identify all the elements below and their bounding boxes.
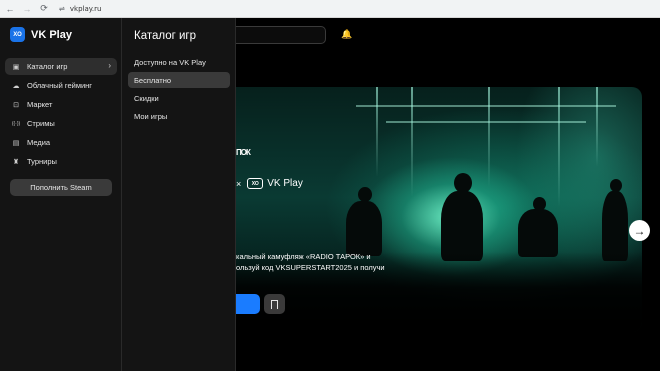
light-beam [596,87,598,167]
stage-rig [386,121,586,123]
news-icon: ▤ [12,139,20,147]
musician-silhouette [441,191,483,261]
search-input[interactable] [236,26,326,44]
top-up-steam-button[interactable]: Пополнить Steam [10,179,112,196]
musician-head [358,187,372,202]
promo-line: ользуй код VKSUPERSTART2025 и получи [236,263,385,272]
cloud-icon: ☁ [12,82,20,90]
flyout-item-my-games[interactable]: Мои игры [128,108,230,124]
vk-play-mark-icon: ХО [247,178,264,189]
flyout-list: Доступно на VK Play Бесплатно Скидки Мои… [128,54,230,126]
sidebar-item-cloud-gaming[interactable]: ☁ Облачный гейминг [5,77,117,94]
sidebar-item-label: Медиа [27,138,51,147]
sidebar-item-market[interactable]: ⊡ Маркет [5,96,117,113]
sidebar-item-streams[interactable]: ((·)) Стримы [5,115,117,132]
flyout-item-discounts[interactable]: Скидки [128,90,230,106]
gamepad-icon: ▣ [12,63,20,71]
sidebar-item-label: Стримы [27,119,55,128]
vk-play-logo-icon: ХО [10,27,25,42]
browser-toolbar: ← → ⟳ ⇌ vkplay.ru [0,0,660,18]
collab-name: VK Play [267,178,303,189]
logo[interactable]: ХО VK Play [10,27,72,42]
collab-separator: × [236,178,242,189]
bookmark-button[interactable] [264,294,285,314]
chevron-right-icon: › [108,61,111,70]
light-beam [411,87,413,197]
site-settings-icon[interactable]: ⇌ [59,5,65,13]
sidebar-menu: ▣ Каталог игр › ☁ Облачный гейминг ⊡ Мар… [5,58,117,172]
cta-button[interactable] [236,294,260,314]
band-logo-fragment: ПОК [236,148,251,157]
stage-rig [356,105,616,107]
promo-banner[interactable]: ПОК × ХО VK Play кальный камуфляж «RADIO… [236,87,642,332]
flyout-item-free[interactable]: Бесплатно [128,72,230,88]
sidebar-item-catalog[interactable]: ▣ Каталог игр › [5,58,117,75]
musician-silhouette [518,209,558,257]
bookmark-icon [271,299,278,309]
sidebar-item-label: Каталог игр [27,62,68,71]
forward-icon[interactable]: → [20,2,34,16]
musician-silhouette [346,201,382,256]
light-beam [558,87,560,207]
sidebar: ХО VK Play ▣ Каталог игр › ☁ Облачный ге… [0,18,122,371]
sidebar-item-label: Облачный гейминг [27,81,93,90]
flyout-title: Каталог игр [134,30,197,42]
musician-silhouette [602,191,628,261]
reload-icon[interactable]: ⟳ [37,2,51,16]
back-icon[interactable]: ← [3,2,17,16]
url-text: vkplay.ru [69,4,102,13]
trophy-icon: ♜ [12,158,20,166]
next-slide-button[interactable]: → [629,220,650,241]
catalog-flyout: Каталог игр Доступно на VK Play Бесплатн… [122,18,236,371]
app: ХО VK Play ▣ Каталог игр › ☁ Облачный ге… [0,18,660,371]
light-beam [488,87,490,187]
sidebar-item-tournaments[interactable]: ♜ Турниры [5,153,117,170]
collab-line: × ХО VK Play [236,178,303,189]
bag-icon: ⊡ [13,101,19,109]
promo-text: кальный камуфляж «RADIO ТАРОК» и ользуй … [236,251,426,273]
broadcast-icon: ((·)) [11,120,21,127]
bell-icon[interactable]: 🔔 [341,28,353,40]
light-beam [376,87,378,177]
logo-text: VK Play [31,28,72,41]
sidebar-item-media[interactable]: ▤ Медиа [5,134,117,151]
promo-line: кальный камуфляж «RADIO ТАРОК» и [236,252,371,261]
musician-head [454,173,472,193]
flyout-item-available[interactable]: Доступно на VK Play [128,54,230,70]
address-bar[interactable]: ⇌ vkplay.ru [59,2,179,15]
sidebar-item-label: Турниры [27,157,57,166]
sidebar-item-label: Маркет [27,100,53,109]
